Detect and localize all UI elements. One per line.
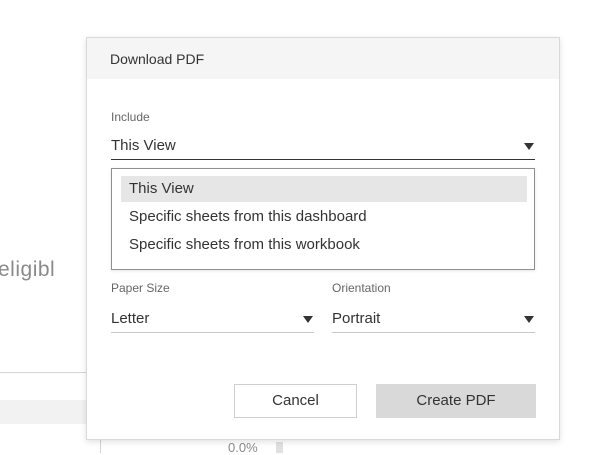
chevron-down-icon	[303, 316, 313, 323]
background-bar	[276, 442, 283, 453]
dialog-header: Download PDF	[87, 38, 559, 79]
cancel-button[interactable]: Cancel	[234, 384, 357, 418]
dropdown-option-this-view[interactable]: This View	[121, 176, 527, 202]
background-partial-text: eligibl	[0, 258, 56, 281]
orientation-value: Portrait	[332, 310, 381, 327]
include-label: Include	[111, 110, 150, 124]
background-table-row	[0, 400, 87, 424]
paper-size-label: Paper Size	[111, 281, 170, 295]
include-select-value: This View	[111, 137, 176, 154]
create-pdf-button[interactable]: Create PDF	[376, 384, 536, 418]
orientation-select[interactable]: Portrait	[332, 309, 535, 333]
download-pdf-dialog: Download PDF Include This View This View…	[86, 37, 560, 440]
paper-size-select[interactable]: Letter	[111, 309, 314, 333]
background-axis-line	[100, 440, 101, 453]
chevron-down-icon	[524, 143, 534, 150]
dropdown-option-sheets-dashboard[interactable]: Specific sheets from this dashboard	[121, 204, 527, 230]
orientation-label: Orientation	[332, 281, 391, 295]
dropdown-option-sheets-workbook[interactable]: Specific sheets from this workbook	[121, 232, 527, 258]
include-dropdown-list: This View Specific sheets from this dash…	[111, 168, 535, 270]
background-divider	[0, 372, 87, 373]
chevron-down-icon	[524, 316, 534, 323]
dialog-title: Download PDF	[110, 51, 205, 67]
paper-size-value: Letter	[111, 310, 150, 327]
include-select[interactable]: This View	[111, 136, 535, 160]
